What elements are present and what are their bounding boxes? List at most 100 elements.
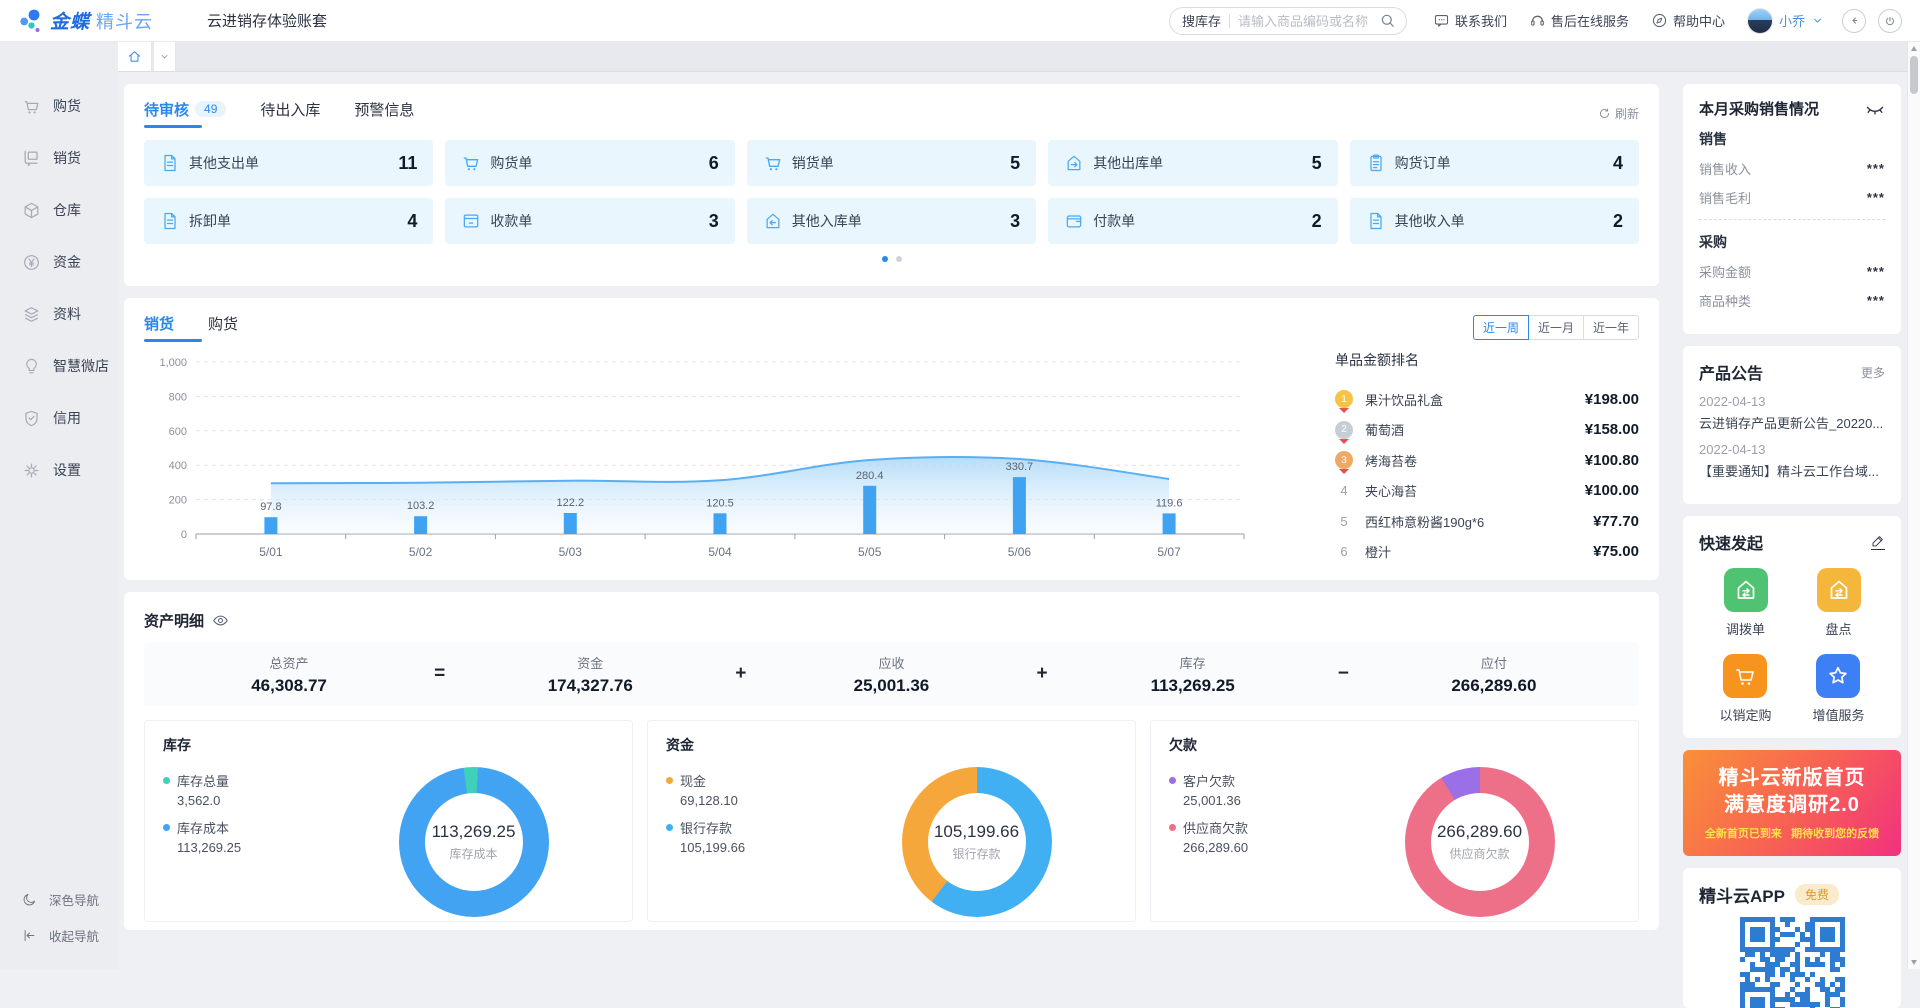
todo-card[interactable]: 拆卸单4 bbox=[144, 198, 433, 244]
page-scrollbar[interactable] bbox=[1907, 42, 1920, 969]
donut-chart[interactable]: 113,269.25库存成本 bbox=[399, 767, 549, 917]
todo-tab-label: 待审核 bbox=[144, 99, 189, 120]
monthly-row-label: 采购金额 bbox=[1699, 262, 1867, 281]
announcements-more-link[interactable]: 更多 bbox=[1861, 364, 1885, 381]
sidebar-item-yen[interactable]: 资金 bbox=[0, 236, 118, 288]
sidebar-item-label: 设置 bbox=[53, 460, 81, 480]
legend-dot bbox=[163, 824, 170, 831]
search-scope-label[interactable]: 搜库存 bbox=[1182, 11, 1221, 30]
ranking-row[interactable]: 1果汁饮品礼盒¥198.00 bbox=[1335, 384, 1639, 415]
quick-edit-button[interactable] bbox=[1871, 534, 1885, 550]
donut-center-value: 113,269.25 bbox=[432, 822, 516, 842]
scrollbar-thumb[interactable] bbox=[1910, 56, 1918, 94]
quick-item[interactable]: 盘点 bbox=[1817, 568, 1861, 638]
formula-operator: = bbox=[434, 663, 445, 685]
inventory-search-input[interactable]: 搜库存 请输入商品编码或名称 bbox=[1169, 7, 1407, 35]
survey-banner[interactable]: 精斗云新版首页 满意度调研2.0 全新首页已到来 期待收到您的反馈 bbox=[1683, 750, 1901, 856]
todo-card[interactable]: 收款单3 bbox=[445, 198, 734, 244]
house-swap-icon bbox=[1724, 568, 1768, 612]
search-icon[interactable] bbox=[1379, 12, 1396, 29]
scroll-up-arrow[interactable] bbox=[1911, 46, 1917, 51]
todo-card[interactable]: 购货单6 bbox=[445, 140, 734, 186]
range-button[interactable]: 近一周 bbox=[1473, 315, 1529, 340]
formula-value: 25,001.36 bbox=[816, 676, 966, 696]
sidebar-toggle-label: 收起导航 bbox=[49, 926, 99, 945]
range-button[interactable]: 近一年 bbox=[1583, 315, 1639, 340]
sidebar-item-cart[interactable]: 购货 bbox=[0, 80, 118, 132]
sidebar-item-truck[interactable]: 销货 bbox=[0, 132, 118, 184]
sidebar-item-label: 销货 bbox=[53, 148, 81, 168]
todo-card[interactable]: 购货订单4 bbox=[1350, 140, 1639, 186]
quick-item[interactable]: 调拨单 bbox=[1724, 568, 1768, 638]
todo-tab[interactable]: 待出入库 bbox=[260, 99, 320, 128]
announcement-item[interactable]: 2022-04-13云进销存产品更新公告_20220... bbox=[1699, 394, 1885, 432]
pagination-dot[interactable] bbox=[882, 256, 888, 262]
workspace-tabstrip bbox=[118, 42, 1907, 72]
header-link[interactable]: 售后在线服务 bbox=[1529, 11, 1629, 30]
ranking-row[interactable]: 4夹心海苔¥100.00 bbox=[1335, 476, 1639, 507]
quick-item[interactable]: 增值服务 bbox=[1812, 654, 1864, 724]
ranking-product-name: 葡萄酒 bbox=[1365, 420, 1585, 439]
exit-button[interactable] bbox=[1842, 9, 1866, 33]
ranking-row[interactable]: 6橙汁¥75.00 bbox=[1335, 537, 1639, 568]
todo-tab-label: 待出入库 bbox=[260, 99, 320, 120]
tab-dropdown-button[interactable] bbox=[154, 42, 176, 71]
sales-tab[interactable]: 销货 bbox=[144, 313, 174, 342]
eye-closed-icon[interactable] bbox=[1865, 99, 1885, 119]
ranking-row[interactable]: 2葡萄酒¥158.00 bbox=[1335, 415, 1639, 446]
todo-card[interactable]: 付款单2 bbox=[1048, 198, 1337, 244]
todo-card[interactable]: 其他入库单3 bbox=[747, 198, 1036, 244]
header-link[interactable]: 联系我们 bbox=[1433, 11, 1507, 30]
todo-tab[interactable]: 待审核49 bbox=[144, 99, 226, 128]
sidebar-toggle-moon[interactable]: 深色导航 bbox=[0, 881, 118, 917]
todo-card-label: 收款单 bbox=[490, 211, 699, 231]
donut-center: 105,199.66银行存款 bbox=[902, 767, 1052, 917]
quick-item[interactable]: 以销定购 bbox=[1719, 654, 1771, 724]
scroll-down-arrow[interactable] bbox=[1911, 960, 1917, 965]
pagination-dot[interactable] bbox=[896, 256, 902, 262]
home-tab[interactable] bbox=[118, 42, 152, 71]
todo-panel: 待审核49 待出入库 预警信息 刷新 其他支出单11 购货单6 销货单5 其他出库单5 购货… bbox=[124, 84, 1659, 286]
donut-chart[interactable]: 105,199.66银行存款 bbox=[902, 767, 1052, 917]
todo-tab[interactable]: 预警信息 bbox=[354, 99, 414, 128]
donut-card-资金: 资金现金69,128.10银行存款105,199.66105,199.66银行存… bbox=[647, 720, 1136, 922]
brand-logo[interactable]: 金蝶 精斗云 bbox=[0, 7, 167, 34]
range-button[interactable]: 近一月 bbox=[1528, 315, 1584, 340]
announcements-panel: 产品公告 更多 2022-04-13云进销存产品更新公告_20220...202… bbox=[1683, 346, 1901, 504]
donut-chart[interactable]: 266,289.60供应商欠款 bbox=[1405, 767, 1555, 917]
header-link[interactable]: 帮助中心 bbox=[1651, 11, 1725, 30]
account-name[interactable]: 云进销存体验账套 bbox=[207, 10, 327, 31]
svg-text:1,000: 1,000 bbox=[159, 357, 187, 369]
ranking-row[interactable]: 3烤海苔卷¥100.80 bbox=[1335, 445, 1639, 476]
formula-operator: + bbox=[1037, 663, 1048, 685]
todo-card[interactable]: 其他出库单5 bbox=[1048, 140, 1337, 186]
sales-tab[interactable]: 购货 bbox=[208, 313, 238, 342]
todo-card[interactable]: 其他收入单2 bbox=[1350, 198, 1639, 244]
sidebar-item-bulb[interactable]: 智慧微店 bbox=[0, 340, 118, 392]
chevron-down-icon bbox=[159, 51, 170, 62]
todo-card[interactable]: 销货单5 bbox=[747, 140, 1036, 186]
chevron-down-icon[interactable] bbox=[1811, 14, 1824, 27]
power-icon bbox=[1883, 14, 1897, 28]
sales-chart[interactable]: 02004006008001,00097.8103.2122.2120.5280… bbox=[144, 346, 1309, 569]
sidebar-item-shield[interactable]: 信用 bbox=[0, 392, 118, 444]
donut-card-title: 库存 bbox=[163, 735, 614, 755]
arrow-left-icon bbox=[1847, 13, 1862, 28]
doc-icon bbox=[1366, 211, 1386, 231]
legend-dot bbox=[163, 777, 170, 784]
sidebar-toggle-collapse[interactable]: 收起导航 bbox=[0, 917, 118, 953]
todo-card[interactable]: 其他支出单11 bbox=[144, 140, 433, 186]
eye-icon[interactable] bbox=[212, 612, 229, 629]
sidebar-item-gear[interactable]: 设置 bbox=[0, 444, 118, 496]
refresh-button[interactable]: 刷新 bbox=[1598, 105, 1639, 122]
user-menu[interactable]: 小乔 bbox=[1747, 8, 1824, 34]
avatar[interactable] bbox=[1747, 8, 1773, 34]
announcement-item[interactable]: 2022-04-13【重要通知】精斗云工作台域... bbox=[1699, 442, 1885, 480]
ranking-row[interactable]: 5西红柿意粉酱190g*6¥77.70 bbox=[1335, 506, 1639, 537]
house-swap-icon bbox=[1817, 568, 1861, 612]
user-name[interactable]: 小乔 bbox=[1779, 11, 1805, 30]
monthly-row: 销售收入*** bbox=[1699, 159, 1885, 178]
sidebar-item-layers[interactable]: 资料 bbox=[0, 288, 118, 340]
power-button[interactable] bbox=[1878, 9, 1902, 33]
sidebar-item-cube[interactable]: 仓库 bbox=[0, 184, 118, 236]
